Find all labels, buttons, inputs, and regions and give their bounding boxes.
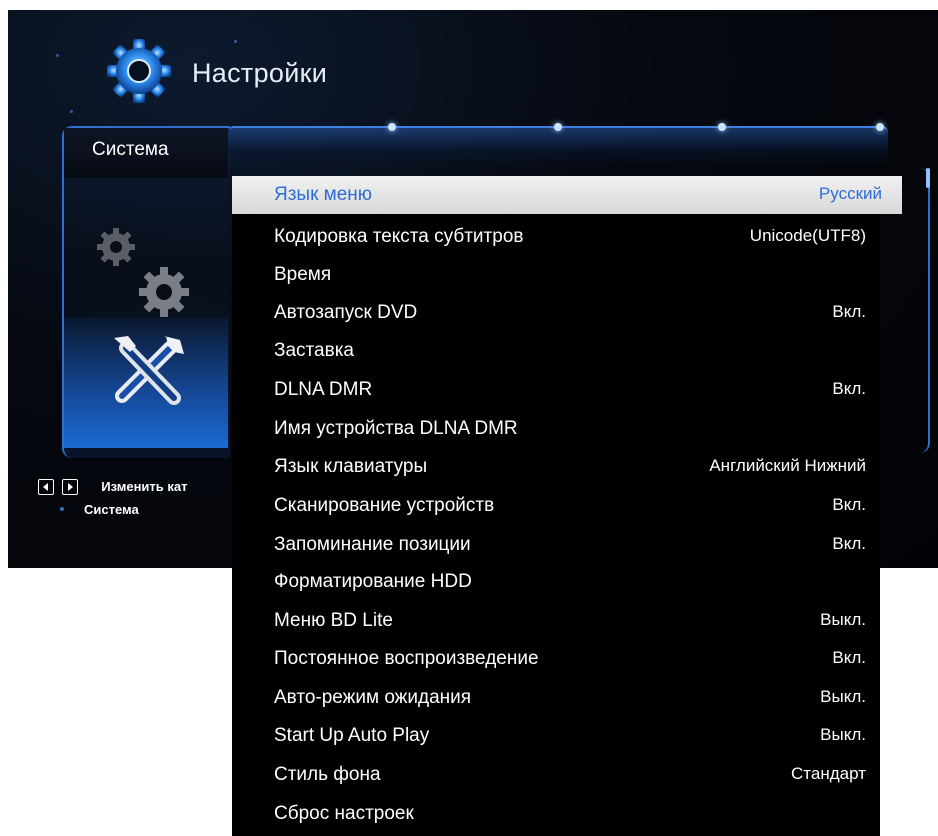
settings-item-value: Unicode(UTF8) [749,226,866,245]
settings-item-keyboard-language[interactable]: Язык клавиатуры Английский Нижний [232,448,880,486]
gear-icon [104,36,174,106]
tab-indicator-dot [388,123,396,131]
page-title: Настройки [192,58,328,88]
settings-item-label: Сброс настроек [274,803,414,824]
settings-item-value: Вкл. [832,302,866,321]
tab-indicator-dot [554,123,562,131]
hint-sub-text: Система [84,502,139,517]
settings-item-value: Вкл. [832,534,866,553]
settings-item-label: Время [274,264,332,285]
settings-item-label: Стиль фона [274,764,381,785]
settings-item-value: Вкл. [832,379,866,398]
settings-item-startup-auto-play[interactable]: Start Up Auto Play Выкл. [232,717,880,755]
arrow-left-key-icon [38,478,54,495]
settings-item-label: Сканирование устройств [274,495,495,516]
scrollbar[interactable] [906,168,930,453]
settings-item-value: Английский Нижний [709,456,866,475]
settings-item-continuous-play[interactable]: Постоянное воспроизведение Вкл. [232,640,880,678]
settings-item-value: Стандарт [791,764,866,783]
settings-item-label: Форматирование HDD [274,571,472,592]
settings-item-label: Язык клавиатуры [274,456,428,477]
decor-dot [56,54,59,57]
navigation-hint: Изменить кат [38,478,188,495]
category-tab-strip[interactable] [228,123,888,166]
tools-icon [104,328,194,414]
settings-item-label: Автозапуск DVD [274,302,418,323]
scrollbar-thumb[interactable] [926,168,930,188]
settings-item-label: Меню BD Lite [274,610,393,631]
bullet-icon [60,507,64,511]
settings-list: Язык меню Русский Кодировка текста субти… [232,176,902,836]
arrow-right-key-icon [61,478,78,495]
decor-dot [70,110,73,113]
active-category-label: Система [92,139,169,160]
tab-indicator-dot [718,123,726,131]
settings-item-dlna-dmr[interactable]: DLNA DMR Вкл. [232,371,880,409]
settings-item-label: Имя устройства DLNA DMR [274,418,518,439]
tab-indicator-dot [876,123,884,131]
settings-item-label: Заставка [274,340,354,361]
settings-item-background-style[interactable]: Стиль фона Стандарт [232,756,880,794]
settings-item-value: Выкл. [820,725,866,744]
settings-item-label: Постоянное воспроизведение [274,648,539,669]
settings-item-value: Выкл. [820,687,866,706]
settings-item-auto-standby[interactable]: Авто-режим ожидания Выкл. [232,679,880,717]
settings-item-subtitle-encoding[interactable]: Кодировка текста субтитров Unicode(UTF8) [232,218,880,256]
hint-text: Изменить кат [101,479,188,495]
gears-icon [94,225,204,325]
settings-item-reset[interactable]: Сброс настроек [232,795,880,833]
settings-item-label: Язык меню [274,184,373,205]
settings-item-value: Вкл. [832,495,866,514]
settings-item-dvd-autostart[interactable]: Автозапуск DVD Вкл. [232,294,880,332]
settings-item-dlna-device-name[interactable]: Имя устройства DLNA DMR [232,410,880,448]
settings-item-screensaver[interactable]: Заставка [232,332,880,370]
decor-dot [234,40,237,43]
settings-item-label: Кодировка текста субтитров [274,226,524,247]
settings-item-value: Русский [818,184,882,203]
settings-item-device-scan[interactable]: Сканирование устройств Вкл. [232,487,880,525]
settings-item-resume-position[interactable]: Запоминание позиции Вкл. [232,526,880,564]
settings-item-label: Запоминание позиции [274,534,471,555]
settings-item-value: Выкл. [820,610,866,629]
settings-item-time[interactable]: Время [232,256,880,294]
settings-item-hdd-format[interactable]: Форматирование HDD [232,563,880,601]
settings-item-label: DLNA DMR [274,379,373,400]
settings-item-bd-lite-menu[interactable]: Меню BD Lite Выкл. [232,602,880,640]
settings-item-menu-language[interactable]: Язык меню Русский [232,176,902,214]
settings-item-label: Авто-режим ожидания [274,687,472,708]
settings-item-value: Вкл. [832,648,866,667]
settings-item-label: Start Up Auto Play [274,725,430,746]
